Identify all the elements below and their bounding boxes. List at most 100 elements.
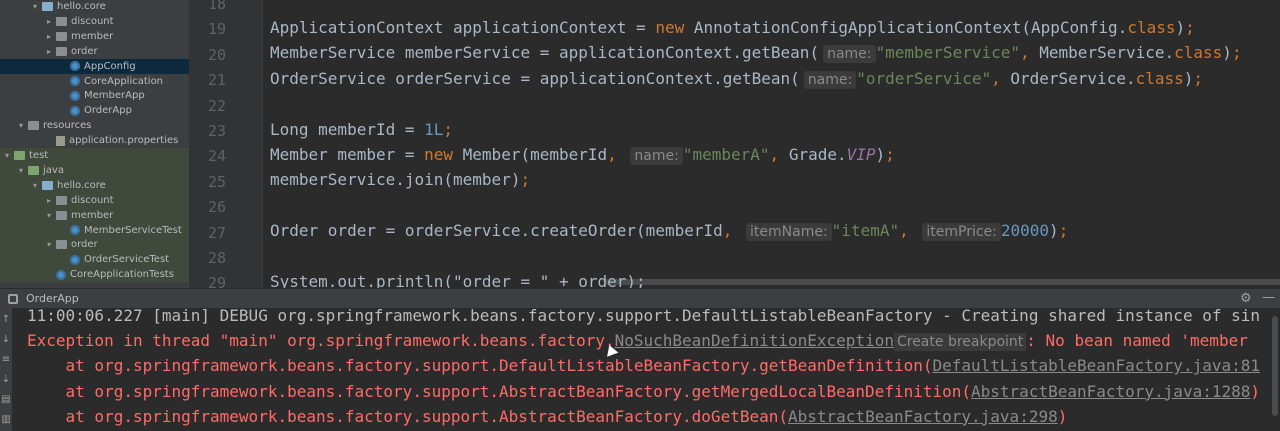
tree-item-orderapp[interactable]: OrderApp [0, 103, 189, 118]
code-line: Member member = new Member(memberId, nam… [270, 145, 895, 165]
tree-item-coreapplication[interactable]: CoreApplication [0, 74, 189, 89]
folder-icon [56, 16, 67, 26]
code-token: Grade. [788, 145, 847, 164]
source-link[interactable]: NoSuchBeanDefinitionException [615, 331, 894, 350]
parameter-hint: name: [630, 147, 683, 165]
console-output[interactable]: 11:00:06.227 [main] DEBUG org.springfram… [12, 308, 1280, 431]
java-class-icon [70, 76, 80, 86]
tree-item-hello-core[interactable]: ▾ hello.core [0, 0, 189, 14]
tree-item-application-properties[interactable]: application.properties [0, 133, 189, 148]
code-token: 11:00:06.227 [main] DEBUG org.springfram… [27, 308, 1260, 325]
run-tab-orderapp[interactable]: OrderApp [26, 292, 79, 305]
folder-icon [14, 151, 25, 160]
editor-horizontal-scrollbar[interactable] [605, 279, 1280, 285]
java-class-icon [70, 225, 80, 235]
code-token: , [991, 68, 1011, 88]
code-token: ; [885, 145, 895, 164]
line-number: 23 [207, 122, 226, 140]
tree-item-label: hello.core [57, 179, 106, 191]
tree-item-member[interactable]: ▾ member [0, 207, 189, 223]
tree-item-java[interactable]: ▾ java [0, 162, 189, 178]
tree-item-label: CoreApplication [84, 75, 164, 87]
tree-item-member[interactable]: ▸ member [0, 29, 189, 44]
tree-item-appconfig[interactable]: AppConfig [0, 58, 189, 74]
source-link[interactable]: AbstractBeanFactory.java:1288 [971, 382, 1250, 401]
console-line: at org.springframework.beans.factory.sup… [27, 406, 1068, 426]
trash-icon[interactable]: ▥ [1, 414, 11, 425]
tree-item-discount[interactable]: ▸ discount [0, 192, 189, 208]
code-token: at org.springframework.beans.factory.sup… [27, 406, 788, 426]
tree-item-label: resources [43, 120, 92, 132]
code-token: "memberA" [682, 145, 770, 164]
scroll-down-icon[interactable]: ↓ [1, 334, 11, 345]
scroll-up-icon[interactable]: ↑ [1, 314, 11, 325]
folder-icon [42, 180, 53, 190]
chevron-icon[interactable]: ▾ [16, 166, 26, 175]
java-class-icon [70, 254, 80, 265]
code-token: ) [1175, 18, 1186, 37]
code-token: ; [1185, 18, 1195, 37]
chevron-icon[interactable]: ▾ [44, 211, 54, 220]
code-editor[interactable]: ApplicationContext applicationContext = … [262, 0, 1280, 288]
code-line: ApplicationContext applicationContext = … [270, 18, 1195, 37]
tree-item-memberapp[interactable]: MemberApp [0, 88, 189, 103]
print-icon[interactable]: ▤ [1, 394, 11, 405]
tree-item-resources[interactable]: ▾ resources [0, 118, 189, 133]
code-token: : No bean named 'member [1026, 331, 1248, 351]
tree-item-test[interactable]: ▾ test [0, 148, 189, 163]
code-token: "orderService" [856, 68, 992, 88]
tree-item-order[interactable]: ▾ order [0, 237, 189, 253]
code-token: VIP [846, 145, 876, 164]
tree-item-label: discount [71, 15, 114, 27]
soft-wrap-icon[interactable]: ≡ [1, 354, 11, 365]
console-line: Exception in thread "main" org.springfra… [27, 331, 1248, 352]
tree-item-hello-core[interactable]: ▾ hello.core [0, 177, 189, 193]
tree-item-order[interactable]: ▸ order [0, 44, 189, 59]
folder-icon [28, 165, 39, 175]
chevron-icon[interactable]: ▸ [44, 47, 54, 56]
code-token: ) [1222, 43, 1232, 63]
line-number: 27 [207, 223, 226, 242]
tree-item-orderservicetest[interactable]: OrderServiceTest [0, 252, 189, 268]
scroll-to-end-icon[interactable]: ⇣ [1, 374, 11, 385]
code-token: , [722, 221, 743, 241]
chevron-icon[interactable]: ▸ [44, 32, 54, 41]
line-number: 19 [207, 20, 226, 39]
code-token: Exception in thread "main" org.springfra… [27, 331, 615, 351]
code-token: Member(memberId [462, 145, 608, 164]
folder-icon [56, 240, 67, 250]
run-panel-header: OrderApp ⚙ — [0, 288, 1280, 308]
chevron-icon[interactable]: ▾ [44, 240, 54, 249]
tree-item-label: OrderApp [84, 105, 132, 117]
chevron-icon[interactable]: ▾ [30, 181, 40, 190]
tree-item-memberservicetest[interactable]: MemberServiceTest [0, 222, 189, 238]
code-token: , [607, 145, 627, 164]
tree-item-label: hello.core [57, 1, 106, 12]
tree-item-discount[interactable]: ▸ discount [0, 14, 189, 29]
tree-item-coreapplicationtests[interactable]: CoreApplicationTests [0, 267, 189, 283]
code-token: ; [443, 119, 454, 139]
minimize-icon[interactable]: — [1262, 290, 1275, 305]
chevron-icon[interactable]: ▾ [16, 121, 26, 130]
properties-file-icon [56, 135, 65, 146]
console-vertical-scrollbar[interactable] [1272, 316, 1278, 416]
code-token: AnnotationConfigApplicationContext(AppCo… [693, 18, 1128, 37]
create-breakpoint-hint[interactable]: Create breakpoint [893, 333, 1027, 352]
line-number: 28 [207, 249, 226, 267]
line-number: 22 [207, 96, 226, 115]
tree-item-label: MemberApp [84, 90, 145, 102]
code-token: new [655, 18, 694, 37]
chevron-icon[interactable]: ▾ [2, 151, 12, 160]
source-link[interactable]: AbstractBeanFactory.java:298 [788, 407, 1058, 426]
console-toolbar: ↑ ↓ ≡ ⇣ ▤ ▥ [0, 308, 12, 431]
parameter-hint: name: [823, 45, 876, 64]
code-line: System.out.println("order = " + order); [270, 272, 646, 288]
code-token: "itemA" [831, 221, 900, 241]
gear-icon[interactable]: ⚙ [1240, 291, 1252, 306]
chevron-icon[interactable]: ▸ [44, 17, 54, 26]
line-number: 18 [207, 0, 226, 13]
chevron-icon[interactable]: ▾ [30, 2, 40, 11]
chevron-icon[interactable]: ▸ [44, 196, 54, 205]
source-link[interactable]: DefaultListableBeanFactory.java:81 [932, 356, 1260, 375]
code-token: , [769, 145, 789, 164]
